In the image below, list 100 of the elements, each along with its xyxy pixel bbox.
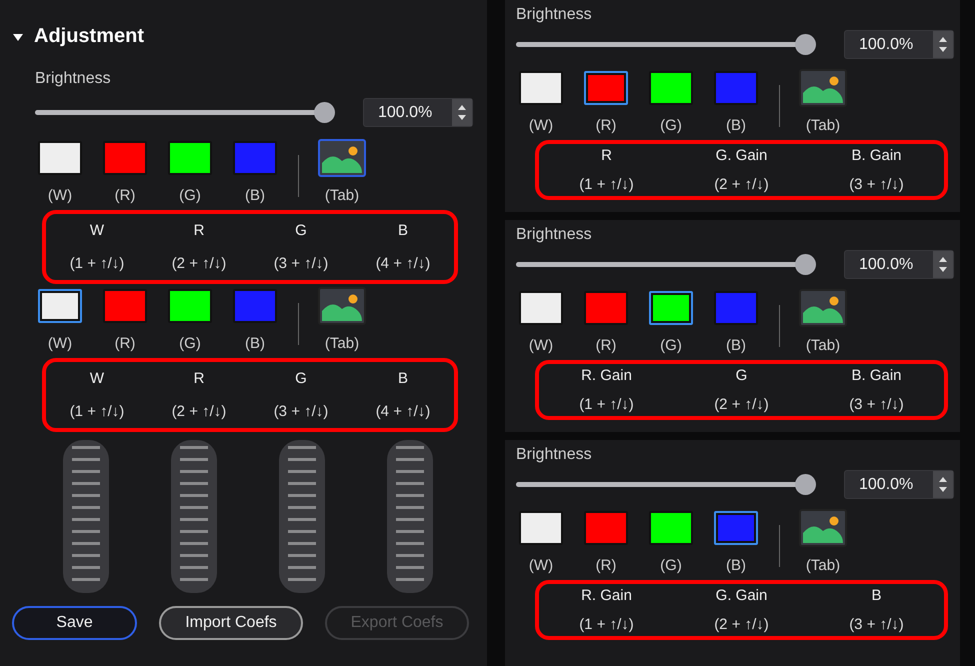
swatch-label: (R) xyxy=(114,187,136,204)
color-swatch[interactable] xyxy=(168,141,212,175)
color-swatch[interactable] xyxy=(584,71,628,105)
fader-handle[interactable] xyxy=(63,440,109,593)
brightness-slider[interactable] xyxy=(35,102,335,123)
fader-handle[interactable] xyxy=(387,440,433,593)
spinner-arrows-icon[interactable] xyxy=(933,471,953,498)
swatch-label: (Tab) xyxy=(806,557,840,574)
brightness-slider[interactable] xyxy=(516,474,816,495)
channel-name: G. Gain xyxy=(716,587,768,604)
spinner-arrows-icon[interactable] xyxy=(452,99,472,126)
shortcut-hint: (2 + ↑/↓) xyxy=(714,176,769,193)
swatch-label: (W) xyxy=(48,187,72,204)
swatch-label: (Tab) xyxy=(806,337,840,354)
image-swatch[interactable] xyxy=(799,509,847,547)
swatch-label: (W) xyxy=(48,335,72,352)
shortcut-hint: (2 + ↑/↓) xyxy=(714,396,769,413)
brightness-label: Brightness xyxy=(516,446,592,464)
color-swatch[interactable] xyxy=(233,141,277,175)
channel-name: R xyxy=(601,147,612,164)
fader-handle[interactable] xyxy=(279,440,325,593)
channel-name: W xyxy=(90,370,104,387)
color-swatch[interactable] xyxy=(519,291,563,325)
color-swatch[interactable] xyxy=(714,291,758,325)
color-swatch[interactable] xyxy=(714,511,758,545)
shortcut-hint: (1 + ↑/↓) xyxy=(579,616,634,633)
shortcut-hint: (2 + ↑/↓) xyxy=(172,403,226,420)
spinner-arrows-icon[interactable] xyxy=(933,31,953,58)
shortcut-hint: (3 + ↑/↓) xyxy=(274,403,328,420)
channel-name: G xyxy=(736,367,748,384)
color-swatch[interactable] xyxy=(103,141,147,175)
color-swatch[interactable] xyxy=(168,289,212,323)
action-button[interactable]: Import Coefs xyxy=(159,606,303,640)
percent-field[interactable]: 100.0% xyxy=(844,470,954,499)
swatch-label: (Tab) xyxy=(324,187,360,204)
color-swatch[interactable] xyxy=(38,289,82,323)
swatch-label: (B) xyxy=(245,335,265,352)
swatch-label: (B) xyxy=(726,117,746,134)
channel-name: G xyxy=(295,222,307,239)
swatch-label: (B) xyxy=(726,557,746,574)
brightness-label: Brightness xyxy=(35,70,111,88)
spinner-arrows-icon[interactable] xyxy=(933,251,953,278)
percent-field[interactable]: 100.0% xyxy=(363,98,473,127)
slider-thumb[interactable] xyxy=(795,474,816,495)
color-swatch[interactable] xyxy=(584,291,628,325)
save-button[interactable]: Save xyxy=(12,606,137,640)
swatch-label: (G) xyxy=(179,187,201,204)
percent-field[interactable]: 100.0% xyxy=(844,30,954,59)
channel-name: R. Gain xyxy=(581,367,632,384)
color-swatch[interactable] xyxy=(649,511,693,545)
brightness-slider[interactable] xyxy=(516,34,816,55)
swatch-label: (B) xyxy=(726,337,746,354)
color-swatch[interactable] xyxy=(714,71,758,105)
image-swatch[interactable] xyxy=(799,289,847,327)
shortcut-hint: (3 + ↑/↓) xyxy=(849,616,904,633)
color-swatch[interactable] xyxy=(103,289,147,323)
swatch-label: (Tab) xyxy=(324,335,360,352)
channel-name: W xyxy=(90,222,104,239)
swatch-label: (W) xyxy=(528,557,554,574)
channel-name: B xyxy=(398,370,408,387)
swatch-label: (R) xyxy=(114,335,136,352)
swatch-label: (B) xyxy=(245,187,265,204)
shortcut-hint: (1 + ↑/↓) xyxy=(70,255,124,272)
swatch-label: (R) xyxy=(596,557,616,574)
brightness-slider[interactable] xyxy=(516,254,816,275)
shortcut-hint: (4 + ↑/↓) xyxy=(376,255,430,272)
swatch-label: (G) xyxy=(179,335,201,352)
channel-name: B xyxy=(398,222,408,239)
percent-field[interactable]: 100.0% xyxy=(844,250,954,279)
channel-name: R xyxy=(194,222,204,239)
swatch-label: (G) xyxy=(660,337,682,354)
shortcut-hint: (2 + ↑/↓) xyxy=(714,616,769,633)
shortcut-hint: (1 + ↑/↓) xyxy=(70,403,124,420)
channel-name: R. Gain xyxy=(581,587,632,604)
channel-name: G. Gain xyxy=(716,147,768,164)
color-swatch[interactable] xyxy=(649,71,693,105)
swatch-label: (R) xyxy=(596,337,616,354)
swatch-label: (G) xyxy=(660,117,682,134)
slider-thumb[interactable] xyxy=(795,254,816,275)
channel-name: G xyxy=(295,370,307,387)
color-swatch[interactable] xyxy=(38,141,82,175)
image-swatch[interactable] xyxy=(318,287,366,325)
slider-thumb[interactable] xyxy=(314,102,335,123)
shortcut-hint: (1 + ↑/↓) xyxy=(579,396,634,413)
shortcut-hint: (3 + ↑/↓) xyxy=(274,255,328,272)
swatch-label: (W) xyxy=(528,117,554,134)
color-swatch[interactable] xyxy=(519,511,563,545)
swatch-label: (Tab) xyxy=(806,117,840,134)
slider-thumb[interactable] xyxy=(795,34,816,55)
fader-handle[interactable] xyxy=(171,440,217,593)
color-swatch[interactable] xyxy=(649,291,693,325)
swatch-label: (G) xyxy=(660,557,682,574)
color-swatch[interactable] xyxy=(584,511,628,545)
image-swatch[interactable] xyxy=(318,139,366,177)
channel-name: B xyxy=(871,587,882,604)
image-swatch[interactable] xyxy=(799,69,847,107)
brightness-label: Brightness xyxy=(516,226,592,244)
shortcut-hint: (2 + ↑/↓) xyxy=(172,255,226,272)
color-swatch[interactable] xyxy=(519,71,563,105)
color-swatch[interactable] xyxy=(233,289,277,323)
